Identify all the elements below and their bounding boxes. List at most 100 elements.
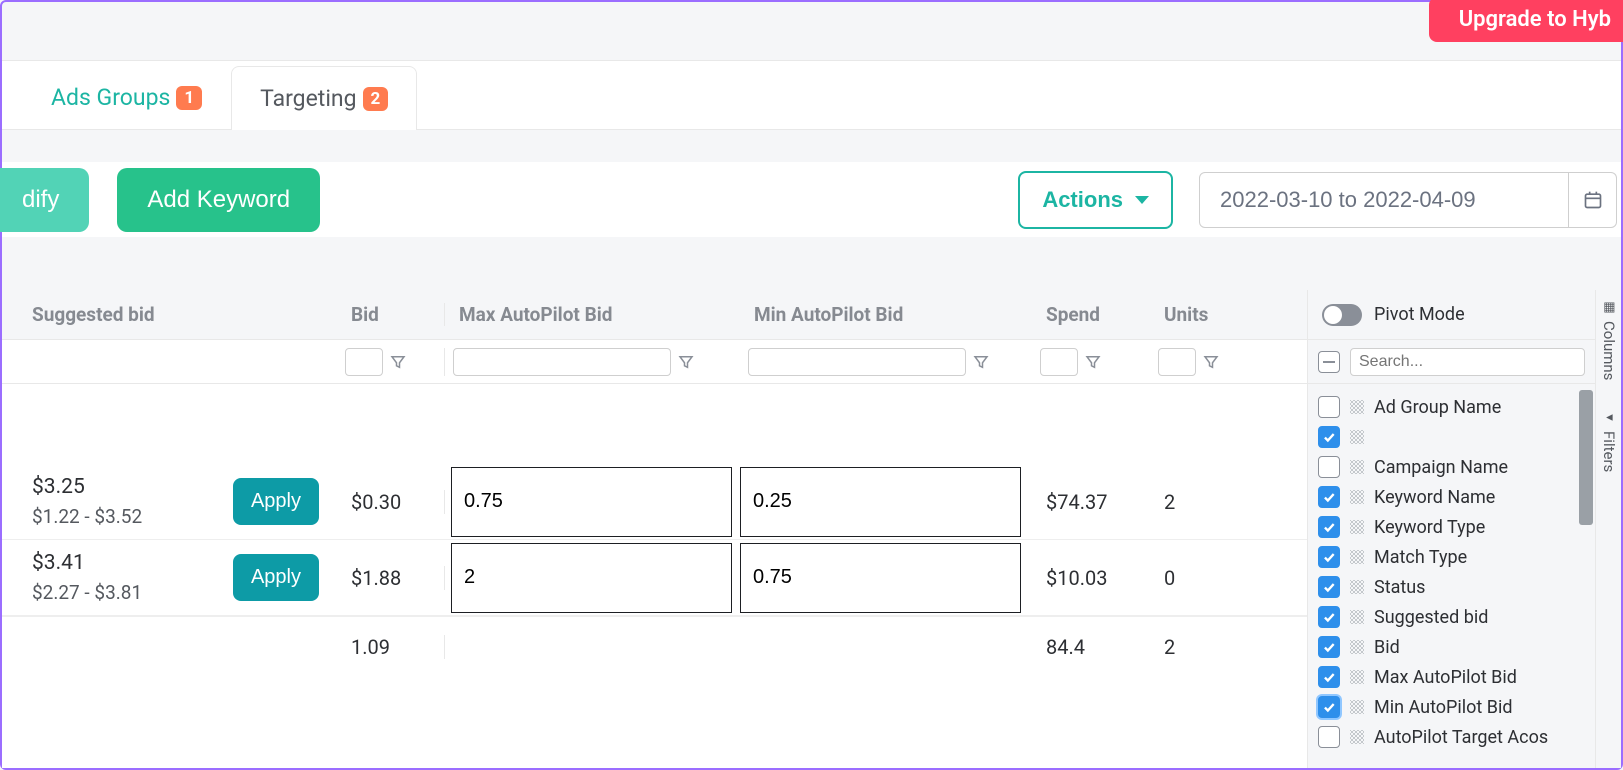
column-item[interactable]: Ad Group Name: [1318, 392, 1585, 422]
column-item[interactable]: Match Type: [1318, 542, 1585, 572]
bid-value: $1.88: [337, 566, 445, 590]
header-bid[interactable]: Bid: [337, 303, 445, 326]
rail-columns-tab[interactable]: ▦ Columns: [1596, 290, 1622, 400]
tab-ads-groups[interactable]: Ads Groups 1: [22, 65, 231, 129]
footer-bid: 1.09: [337, 635, 445, 659]
column-checkbox[interactable]: [1318, 486, 1340, 508]
tab-targeting-label: Targeting: [260, 85, 356, 112]
suggested-bid-value: $3.41: [32, 551, 233, 575]
drag-handle-icon[interactable]: [1350, 490, 1364, 504]
suggested-bid-range: $2.27 - $3.81: [32, 581, 233, 604]
date-range-input[interactable]: [1199, 172, 1569, 228]
drag-handle-icon[interactable]: [1350, 730, 1364, 744]
actions-dropdown[interactable]: Actions: [1018, 171, 1173, 229]
column-item[interactable]: [1318, 422, 1585, 452]
drag-handle-icon[interactable]: [1350, 580, 1364, 594]
scrollbar-thumb[interactable]: [1579, 390, 1593, 525]
add-keyword-button[interactable]: Add Keyword: [117, 168, 320, 232]
filter-icon[interactable]: [677, 353, 695, 371]
footer-units: 2: [1150, 635, 1250, 659]
column-item[interactable]: Min AutoPilot Bid: [1318, 692, 1585, 722]
max-autopilot-input[interactable]: [451, 543, 732, 613]
filter-icon[interactable]: [1202, 353, 1220, 371]
filter-icon[interactable]: [389, 353, 407, 371]
actions-label: Actions: [1042, 187, 1123, 213]
header-units[interactable]: Units: [1150, 303, 1250, 326]
header-spend[interactable]: Spend: [1032, 303, 1150, 326]
filter-icon[interactable]: [972, 353, 990, 371]
date-range-picker[interactable]: [1199, 172, 1617, 228]
apply-button[interactable]: Apply: [233, 478, 319, 525]
select-all-checkbox[interactable]: [1318, 351, 1340, 373]
columns-list[interactable]: Ad Group Name Campaign Name Keyword Name Ke…: [1308, 384, 1595, 768]
spend-value: $74.37: [1032, 490, 1150, 514]
filter-units-input[interactable]: [1158, 348, 1196, 376]
column-label: Keyword Type: [1374, 517, 1485, 538]
drag-handle-icon[interactable]: [1350, 670, 1364, 684]
tabs-area: Ads Groups 1 Targeting 2: [2, 60, 1621, 130]
apply-button[interactable]: Apply: [233, 554, 319, 601]
filter-spend-input[interactable]: [1040, 348, 1078, 376]
toolbar: dify Add Keyword Actions: [2, 162, 1621, 237]
caret-down-icon: [1135, 196, 1149, 204]
column-checkbox[interactable]: [1318, 666, 1340, 688]
drag-handle-icon[interactable]: [1350, 430, 1364, 444]
column-checkbox[interactable]: [1318, 606, 1340, 628]
filter-icon: ▾: [1602, 410, 1617, 425]
drag-handle-icon[interactable]: [1350, 460, 1364, 474]
column-checkbox[interactable]: [1318, 426, 1340, 448]
filter-bid-input[interactable]: [345, 348, 383, 376]
drag-handle-icon[interactable]: [1350, 610, 1364, 624]
filter-icon[interactable]: [1084, 353, 1102, 371]
max-autopilot-input[interactable]: [451, 467, 732, 537]
header-min-autopilot[interactable]: Min AutoPilot Bid: [740, 303, 1032, 326]
column-label: Match Type: [1374, 547, 1467, 568]
column-checkbox[interactable]: [1318, 516, 1340, 538]
column-checkbox[interactable]: [1318, 396, 1340, 418]
column-item[interactable]: Campaign Name: [1318, 452, 1585, 482]
drag-handle-icon[interactable]: [1350, 520, 1364, 534]
column-label: Bid: [1374, 637, 1400, 658]
calendar-button[interactable]: [1569, 172, 1617, 228]
column-label: Campaign Name: [1374, 457, 1508, 478]
units-value: 2: [1150, 490, 1250, 514]
column-checkbox[interactable]: [1318, 696, 1340, 718]
min-autopilot-input[interactable]: [740, 467, 1021, 537]
column-item[interactable]: AutoPilot Target Acos: [1318, 722, 1585, 752]
column-checkbox[interactable]: [1318, 576, 1340, 598]
units-value: 0: [1150, 566, 1250, 590]
modify-button[interactable]: dify: [0, 168, 89, 232]
drag-handle-icon[interactable]: [1350, 400, 1364, 414]
column-label: Ad Group Name: [1374, 397, 1501, 418]
column-item[interactable]: Keyword Type: [1318, 512, 1585, 542]
drag-handle-icon[interactable]: [1350, 640, 1364, 654]
pivot-mode-toggle[interactable]: [1322, 304, 1362, 326]
rail-filters-tab[interactable]: ▾ Filters: [1596, 400, 1622, 492]
column-item[interactable]: Max AutoPilot Bid: [1318, 662, 1585, 692]
min-autopilot-input[interactable]: [740, 543, 1021, 613]
column-checkbox[interactable]: [1318, 546, 1340, 568]
column-item[interactable]: Suggested bid: [1318, 602, 1585, 632]
column-checkbox[interactable]: [1318, 456, 1340, 478]
filter-min-input[interactable]: [748, 348, 966, 376]
column-checkbox[interactable]: [1318, 726, 1340, 748]
drag-handle-icon[interactable]: [1350, 550, 1364, 564]
column-checkbox[interactable]: [1318, 636, 1340, 658]
column-item[interactable]: Keyword Name: [1318, 482, 1585, 512]
columns-search-input[interactable]: [1350, 348, 1585, 376]
pivot-mode-label: Pivot Mode: [1374, 304, 1465, 325]
tab-ads-groups-label: Ads Groups: [51, 84, 170, 111]
filter-max-input[interactable]: [453, 348, 671, 376]
column-label: Status: [1374, 577, 1425, 598]
header-max-autopilot[interactable]: Max AutoPilot Bid: [445, 303, 740, 326]
column-label: AutoPilot Target Acos: [1374, 727, 1548, 748]
upgrade-banner[interactable]: Upgrade to Hyb: [1429, 0, 1623, 42]
column-item[interactable]: Status: [1318, 572, 1585, 602]
bid-value: $0.30: [337, 490, 445, 514]
column-item[interactable]: Bid: [1318, 632, 1585, 662]
header-suggested-bid[interactable]: Suggested bid: [2, 303, 337, 326]
suggested-bid-value: $3.25: [32, 475, 233, 499]
suggested-bid-range: $1.22 - $3.52: [32, 505, 233, 528]
drag-handle-icon[interactable]: [1350, 700, 1364, 714]
tab-targeting[interactable]: Targeting 2: [231, 66, 417, 130]
